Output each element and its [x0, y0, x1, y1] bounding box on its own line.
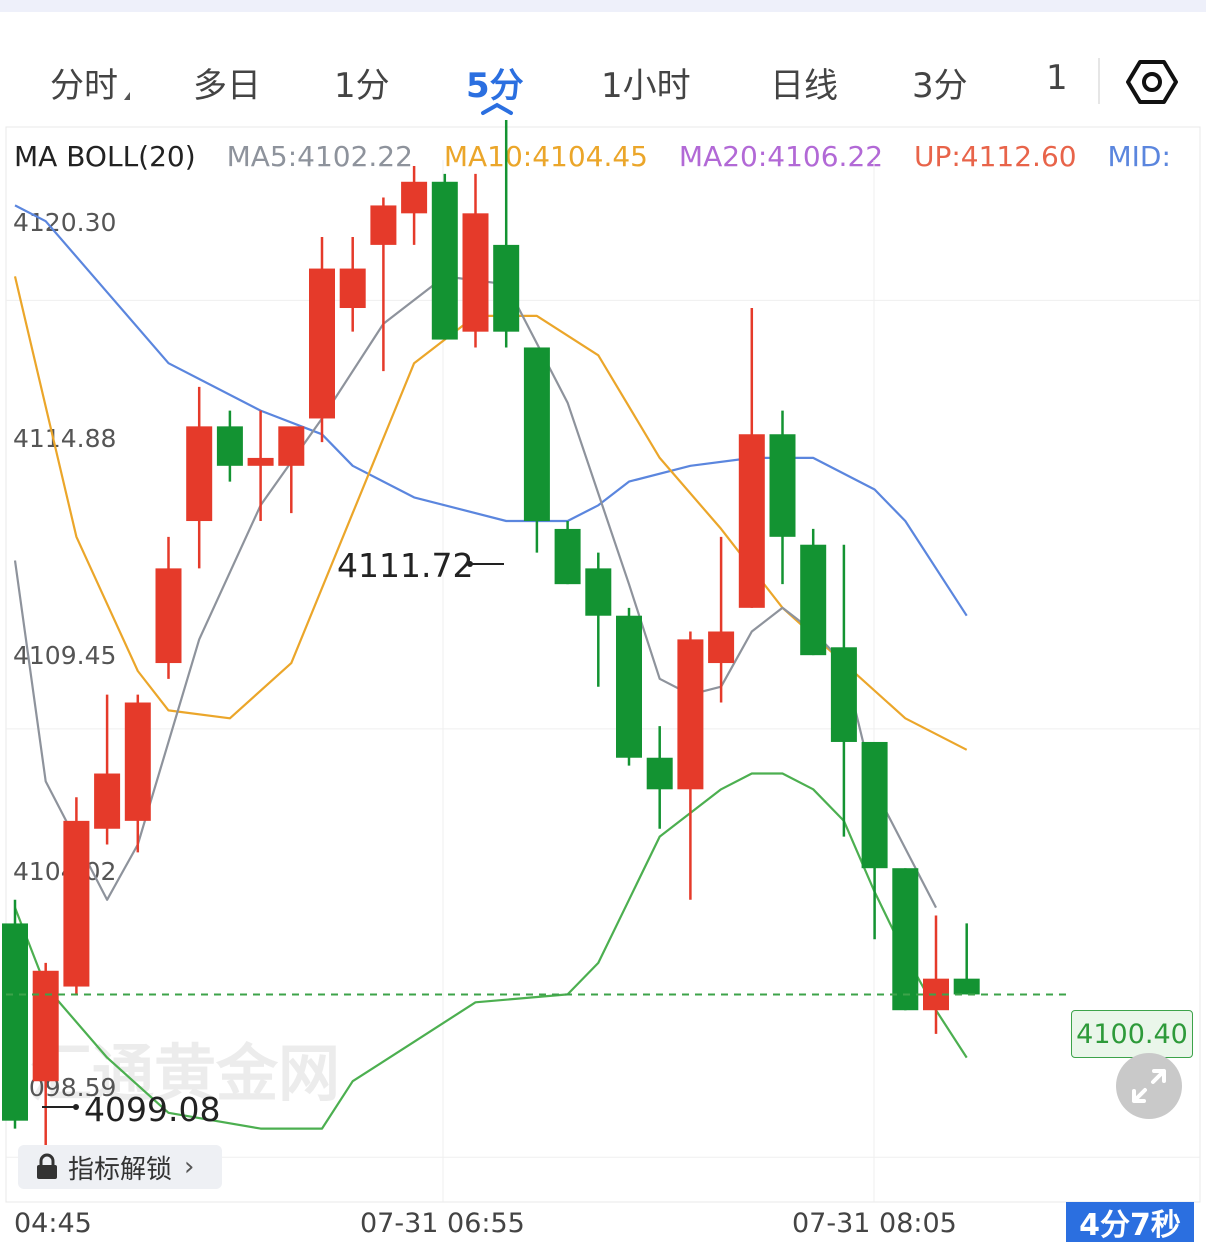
candle-body	[646, 757, 673, 790]
time-label-start: 04:45	[14, 1208, 92, 1239]
candle-body	[493, 244, 520, 332]
candle-body	[216, 426, 243, 466]
candle-body	[861, 741, 888, 869]
unlock-label: 指标解锁	[68, 1154, 173, 1185]
chevron-right-icon: ›	[184, 1152, 195, 1182]
candle-body	[32, 970, 59, 1082]
candle-body	[830, 647, 857, 742]
candle-body	[370, 205, 397, 245]
candle-body	[124, 702, 151, 821]
tab-dropdown-caret	[124, 92, 130, 100]
candlestick-chart[interactable]: 汇通黄金网4120.304114.884109.454104.024098.59…	[0, 120, 1206, 1210]
high-annotation: 4111.72	[337, 546, 473, 585]
candle-body	[800, 544, 827, 656]
ma5-line	[13, 275, 937, 909]
candle-body	[339, 268, 366, 309]
active-tab-chevron-icon	[481, 102, 513, 115]
candle-body	[892, 868, 919, 1011]
candle-body	[462, 213, 489, 332]
gear-icon	[1126, 60, 1178, 104]
time-label-end: 07-31 08:05	[792, 1208, 957, 1239]
candle-body	[278, 426, 305, 466]
tab-daily[interactable]: 日线	[770, 58, 838, 107]
candle-body	[247, 457, 274, 466]
candle-body	[155, 568, 182, 664]
time-label-mid: 07-31 06:55	[360, 1208, 525, 1239]
ma10-line	[13, 276, 968, 751]
current-price-tag: 4100.40	[1071, 1010, 1193, 1058]
candle-body	[431, 181, 458, 340]
candle-body	[738, 434, 765, 608]
period-tabs: 分时 多日 1分 5分 1小时 日线 3分 1	[0, 34, 1206, 124]
candle-body	[585, 568, 612, 616]
candle-body	[523, 347, 550, 522]
lock-icon	[37, 1153, 57, 1179]
candle-body	[554, 528, 581, 585]
candle-body	[769, 434, 796, 537]
tab-fenshi[interactable]: 分时	[50, 58, 118, 107]
top-strip	[0, 0, 1206, 12]
candle-body	[94, 773, 121, 829]
tab-divider	[1098, 58, 1100, 104]
candle-body	[2, 923, 28, 1121]
candle-body	[953, 978, 980, 995]
low-annotation: 4099.08	[84, 1090, 220, 1129]
tab-3min[interactable]: 3分	[912, 58, 968, 107]
candle-body	[401, 181, 428, 214]
tab-1min[interactable]: 1分	[334, 58, 390, 107]
y-axis-label: 4114.88	[13, 424, 116, 453]
tab-5min[interactable]: 5分	[466, 58, 524, 107]
candle-countdown: 4分7秒	[1066, 1202, 1194, 1243]
candle-body	[309, 268, 335, 419]
unlock-indicators-button[interactable]: 指标解锁 ›	[18, 1145, 222, 1189]
candle-body	[708, 631, 735, 664]
expand-button[interactable]	[1116, 1053, 1182, 1119]
tab-more[interactable]: 1	[1046, 58, 1068, 98]
candle-body	[677, 639, 704, 790]
tab-multiday[interactable]: 多日	[193, 58, 261, 107]
expand-icon	[1132, 1069, 1166, 1103]
candle-body	[616, 615, 642, 758]
candle-body	[186, 426, 213, 522]
low-marker-dot	[73, 1104, 79, 1110]
high-marker-dot	[467, 561, 473, 567]
tab-1hour[interactable]: 1小时	[601, 58, 691, 107]
settings-button[interactable]	[1124, 56, 1180, 108]
candle-body	[63, 820, 90, 987]
